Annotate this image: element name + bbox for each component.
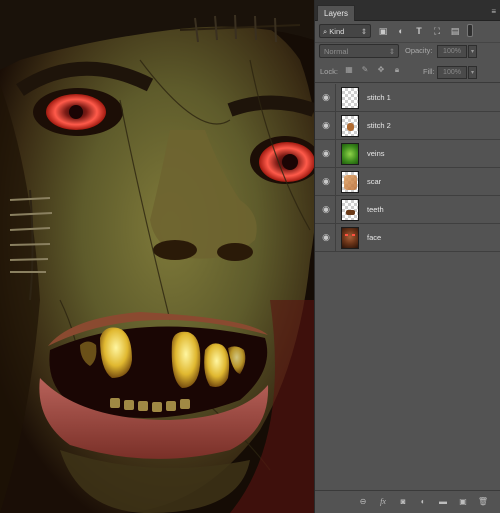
- fill-label: Fill:: [423, 67, 435, 76]
- eye-icon[interactable]: ◉: [320, 232, 332, 242]
- filter-kind-label: Kind: [329, 27, 345, 36]
- chevron-updown-icon: ⇕: [360, 27, 367, 36]
- blend-row: Normal ⇕ Opacity: 100% ▾: [315, 42, 500, 62]
- lock-transparent-pixels-icon[interactable]: ▦: [344, 65, 354, 75]
- new-layer-icon[interactable]: ▣: [457, 496, 469, 508]
- adjustment-filter-icon[interactable]: ◐: [395, 25, 407, 37]
- layer-thumbnail: [341, 143, 359, 165]
- filter-kind-select[interactable]: ⌕ Kind ⇕: [319, 24, 371, 38]
- filter-row: ⌕ Kind ⇕ ▣ ◐ T ⛶ ▤: [315, 20, 500, 43]
- link-icon[interactable]: ⊖: [357, 496, 369, 508]
- layer-name: stitch 1: [367, 93, 391, 102]
- eye-icon[interactable]: ◉: [320, 204, 332, 214]
- mask-icon[interactable]: ◙: [397, 496, 409, 508]
- fx-icon[interactable]: fx: [377, 496, 389, 508]
- blend-mode-value: Normal: [324, 47, 349, 56]
- opacity-label: Opacity:: [405, 46, 433, 55]
- layer-name: stitch 2: [367, 121, 391, 130]
- blend-mode-select[interactable]: Normal ⇕: [319, 44, 399, 58]
- filter-toggle-switch[interactable]: [467, 24, 473, 37]
- layer-thumbnail: [341, 115, 359, 137]
- pixel-filter-icon[interactable]: ▣: [377, 25, 389, 37]
- layer-thumbnail: [341, 87, 359, 109]
- layer-row[interactable]: ◉ scar: [315, 168, 500, 196]
- layer-thumbnail: [341, 227, 359, 249]
- layer-name: teeth: [367, 205, 384, 214]
- zombie-face-image: [0, 0, 314, 513]
- chevron-updown-icon: ⇕: [388, 47, 395, 56]
- opacity-field[interactable]: 100%: [437, 45, 467, 58]
- layer-row[interactable]: ◉ stitch 2: [315, 112, 500, 140]
- opacity-dropdown-button[interactable]: ▾: [468, 45, 477, 58]
- lock-row: Lock: ▦ ✎ ✥ 🔒︎ Fill: 100% ▾: [315, 62, 500, 83]
- lock-position-icon[interactable]: ✥: [376, 65, 386, 75]
- panel-tab-bar: Layers ≡: [315, 0, 500, 21]
- layer-thumbnail: [341, 199, 359, 221]
- fill-dropdown-button[interactable]: ▾: [468, 66, 477, 79]
- eye-icon[interactable]: ◉: [320, 148, 332, 158]
- layer-row[interactable]: ◉ teeth: [315, 196, 500, 224]
- lock-all-icon[interactable]: 🔒︎: [392, 65, 402, 75]
- tab-layers[interactable]: Layers: [317, 5, 356, 21]
- layer-thumbnail: [341, 171, 359, 193]
- layers-panel: Layers ≡ ⌕ Kind ⇕ ▣ ◐ T ⛶ ▤ Normal ⇕ Opa…: [314, 0, 500, 513]
- trash-icon[interactable]: 🗑︎: [477, 496, 489, 508]
- layer-row[interactable]: ◉ veins: [315, 140, 500, 168]
- layer-row[interactable]: ◉ face: [315, 224, 500, 252]
- search-icon: ⌕: [323, 27, 328, 36]
- eye-icon[interactable]: ◉: [320, 176, 332, 186]
- fill-field[interactable]: 100%: [437, 66, 467, 79]
- eye-icon[interactable]: ◉: [320, 120, 332, 130]
- group-folder-icon[interactable]: ▬: [437, 496, 449, 508]
- shape-filter-icon[interactable]: ⛶: [431, 25, 443, 37]
- document-canvas[interactable]: [0, 0, 314, 513]
- panel-menu-icon[interactable]: ≡: [491, 7, 496, 16]
- layers-footer: ⊖ fx ◙ ◐ ▬ ▣ 🗑︎: [315, 490, 500, 513]
- smart-object-filter-icon[interactable]: ▤: [449, 25, 461, 37]
- layer-row[interactable]: ◉ stitch 1: [315, 84, 500, 112]
- lock-label: Lock:: [320, 67, 338, 76]
- type-filter-icon[interactable]: T: [413, 25, 425, 37]
- layer-name: face: [367, 233, 382, 242]
- layer-name: scar: [367, 177, 382, 186]
- layer-name: veins: [367, 149, 385, 158]
- eye-icon[interactable]: ◉: [320, 92, 332, 102]
- adjustment-layer-icon[interactable]: ◐: [417, 496, 429, 508]
- lock-image-pixels-icon[interactable]: ✎: [360, 65, 370, 75]
